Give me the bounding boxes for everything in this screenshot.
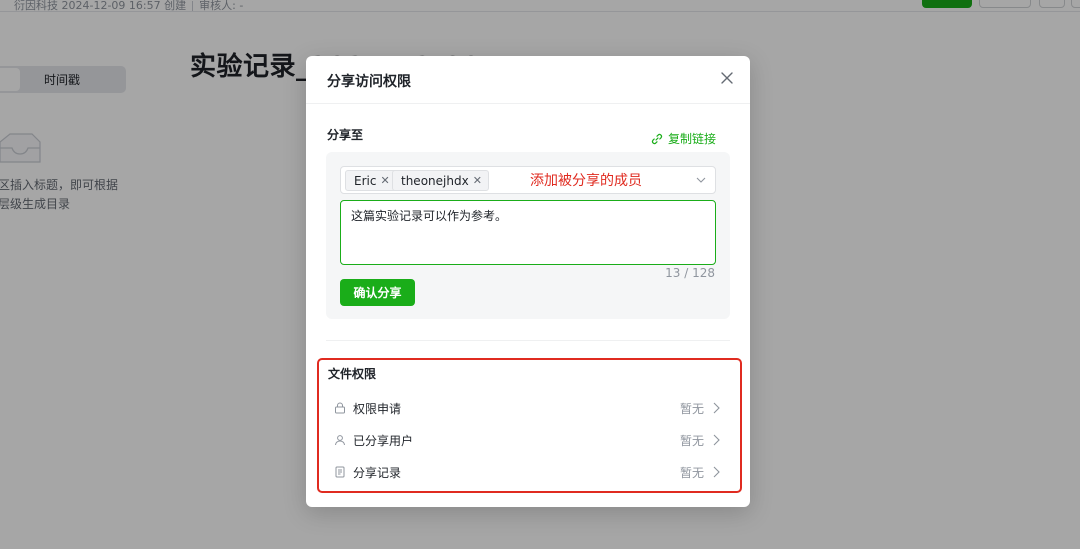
remove-tag-icon[interactable]: ✕ [380,174,389,187]
copy-link-label: 复制链接 [667,132,716,146]
permission-row-status: 暂无 [679,466,704,480]
confirm-share-button[interactable]: 确认分享 [340,279,415,306]
lock-icon [335,402,345,414]
share-panel: Eric ✕ theonejhdx ✕ 添加被分享的成员 这篇实验记录可以作为参… [326,152,730,319]
permission-request-row[interactable]: 权限申请 暂无 [319,393,740,423]
share-to-label: 分享至 [327,128,364,142]
chevron-right-icon [713,402,720,414]
remove-tag-icon[interactable]: ✕ [473,174,482,187]
member-tag: theonejhdx ✕ [392,170,489,191]
share-access-dialog: 分享访问权限 分享至 复制链接 Eric ✕ theonejhdx ✕ 添加被分… [306,56,750,507]
permission-row-label: 权限申请 [353,402,402,416]
permission-row-label: 已分享用户 [353,434,414,448]
share-message-input[interactable]: 这篇实验记录可以作为参考。 [340,200,716,265]
char-count: 13 / 128 [665,266,715,280]
chevron-down-icon[interactable] [695,174,707,186]
permission-row-label: 分享记录 [353,466,402,480]
member-select[interactable]: Eric ✕ theonejhdx ✕ 添加被分享的成员 [340,166,716,194]
chevron-right-icon [713,434,720,446]
file-permissions-title: 文件权限 [328,367,377,381]
permission-row-status: 暂无 [679,402,704,416]
member-name: theonejhdx [401,173,469,188]
permission-row-status: 暂无 [679,434,704,448]
dialog-header: 分享访问权限 [306,56,750,104]
document-icon [335,466,345,478]
section-divider [326,340,730,341]
member-name: Eric [354,173,377,188]
shared-users-row[interactable]: 已分享用户 暂无 [319,425,740,455]
file-permissions-section: 文件权限 权限申请 暂无 已分享用户 暂无 分享记录 暂无 [317,358,742,493]
member-tag: Eric ✕ [345,170,397,191]
share-history-row[interactable]: 分享记录 暂无 [319,457,740,487]
chevron-right-icon [713,466,720,478]
dialog-title: 分享访问权限 [327,74,411,90]
copy-link-button[interactable]: 复制链接 [651,130,716,147]
link-icon [651,133,663,144]
add-member-annotation: 添加被分享的成员 [530,173,642,189]
close-icon[interactable] [718,69,736,87]
user-icon [335,435,345,446]
